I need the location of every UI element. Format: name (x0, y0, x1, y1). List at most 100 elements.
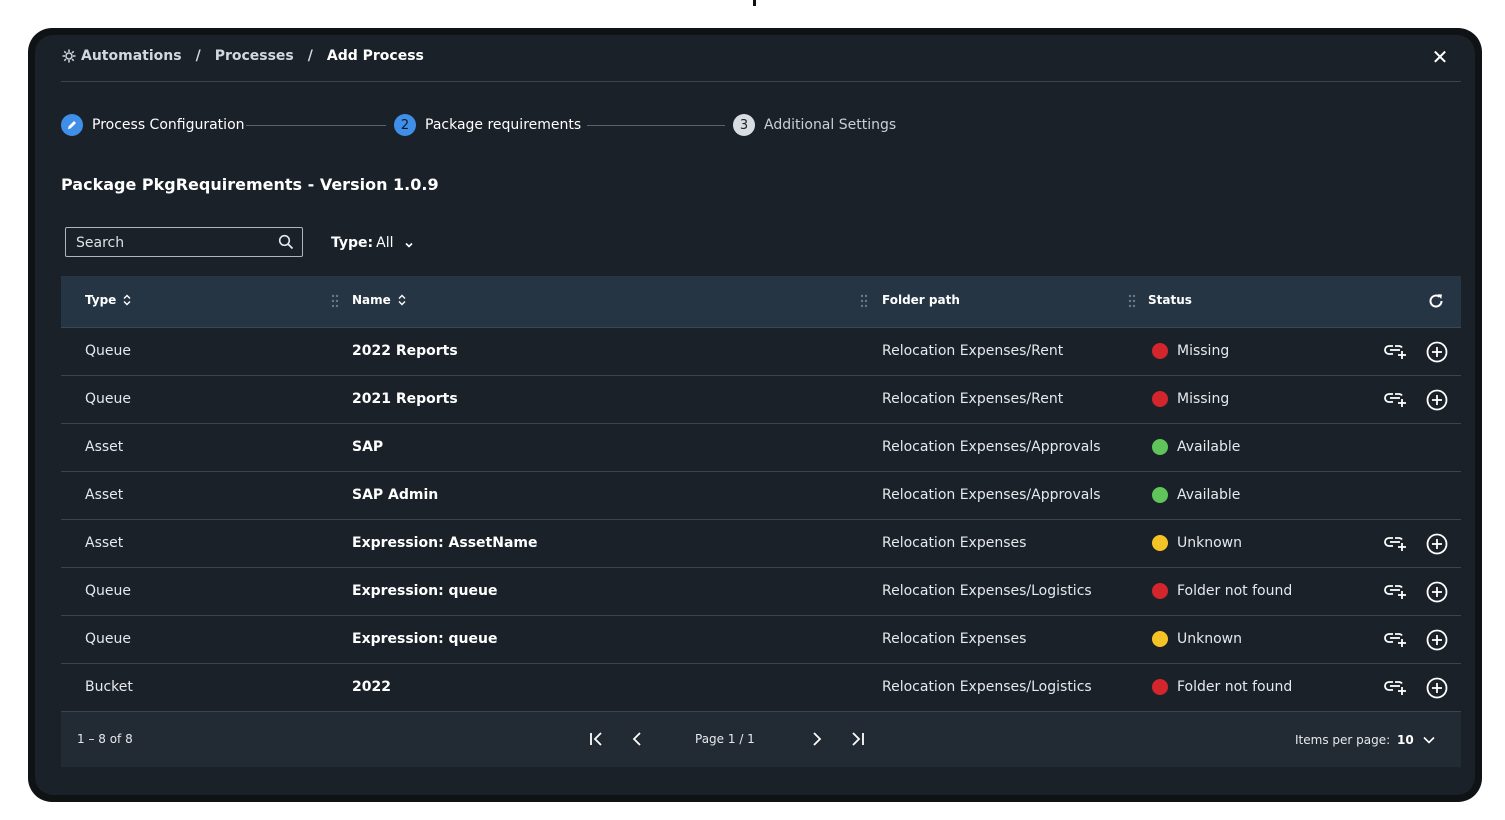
table-row[interactable]: Queue Expression: queue Relocation Expense… (61, 568, 1461, 616)
page-info: Page 1 / 1 (695, 732, 755, 746)
cell-folder-path: Relocation Expenses/Logistics (882, 679, 1092, 695)
pagination-range: 1 – 8 of 8 (77, 732, 133, 746)
status-dot (1152, 631, 1168, 647)
status-label: Available (1177, 487, 1241, 503)
column-header-status: Status (1148, 293, 1192, 307)
add-resource-icon[interactable] (1426, 677, 1448, 699)
link-resource-icon[interactable] (1384, 582, 1408, 600)
sort-icon (122, 294, 132, 306)
status-dot (1152, 535, 1168, 551)
cell-status: Available (1152, 439, 1240, 455)
status-dot (1152, 391, 1168, 407)
cell-status: Folder not found (1152, 679, 1292, 695)
add-resource-icon[interactable] (1426, 581, 1448, 603)
column-header-label: Folder path (882, 293, 960, 307)
breadcrumb-separator: / (307, 48, 313, 64)
first-page-icon[interactable] (587, 729, 607, 749)
step-number: 3 (733, 114, 755, 136)
link-resource-icon[interactable] (1384, 630, 1408, 648)
step-connector (246, 125, 386, 126)
chevron-down-icon (404, 238, 414, 248)
table-row[interactable]: Queue 2021 Reports Relocation Expenses/Ren… (61, 376, 1461, 424)
type-filter-value: All (376, 235, 394, 251)
status-label: Folder not found (1177, 679, 1293, 695)
cell-type: Asset (85, 535, 124, 551)
cell-type: Queue (85, 631, 131, 647)
breadcrumb-processes[interactable]: Processes (215, 48, 294, 64)
cell-folder-path: Relocation Expenses/Approvals (882, 487, 1101, 503)
step-process-configuration[interactable]: Process Configuration (61, 113, 245, 137)
table-body: Queue 2022 Reports Relocation Expenses/Ren… (61, 328, 1461, 712)
close-icon[interactable]: ✕ (1431, 47, 1449, 67)
column-resize-handle[interactable] (1128, 293, 1136, 309)
pagination-footer: 1 – 8 of 8 Page 1 / 1 Items per page: 10 (61, 712, 1461, 767)
table-row[interactable]: Queue 2022 Reports Relocation Expenses/Ren… (61, 328, 1461, 376)
window-notch (753, 0, 756, 6)
step-connector (587, 125, 725, 126)
column-header-name[interactable]: Name (352, 293, 407, 307)
type-filter-key: Type: (331, 235, 374, 251)
add-resource-icon[interactable] (1426, 389, 1448, 411)
cell-type: Asset (85, 487, 124, 503)
type-filter-dropdown[interactable]: Type: All (331, 235, 414, 251)
items-per-page-value[interactable]: 10 (1397, 733, 1414, 747)
column-header-folder-path: Folder path (882, 293, 960, 307)
add-resource-icon[interactable] (1426, 533, 1448, 555)
column-resize-handle[interactable] (860, 293, 868, 309)
table-row[interactable]: Asset SAP Admin Relocation Expenses/Approv… (61, 472, 1461, 520)
cell-name: 2022 Reports (352, 343, 458, 359)
requirements-table: Type Name Folder path Status Queue 2022 … (61, 276, 1461, 712)
next-page-icon[interactable] (807, 729, 827, 749)
cell-status: Missing (1152, 343, 1229, 359)
breadcrumb-automations[interactable]: Automations (81, 48, 182, 64)
cell-status: Unknown (1152, 535, 1242, 551)
add-resource-icon[interactable] (1426, 341, 1448, 363)
chevron-down-icon[interactable] (1422, 734, 1436, 746)
breadcrumb: Automations / Processes / Add Process (61, 48, 424, 64)
cell-status: Missing (1152, 391, 1229, 407)
link-resource-icon[interactable] (1384, 534, 1408, 552)
column-header-label: Type (85, 293, 117, 307)
cell-type: Queue (85, 391, 131, 407)
step-number: 2 (394, 114, 416, 136)
link-resource-icon[interactable] (1384, 390, 1408, 408)
status-dot (1152, 343, 1168, 359)
link-resource-icon[interactable] (1384, 678, 1408, 696)
cell-folder-path: Relocation Expenses (882, 535, 1027, 551)
step-label: Package requirements (425, 117, 582, 133)
last-page-icon[interactable] (847, 729, 867, 749)
search-input[interactable] (74, 228, 278, 258)
dialog-header: Automations / Processes / Add Process ✕ (61, 35, 1461, 82)
status-label: Folder not found (1177, 583, 1293, 599)
breadcrumb-separator: / (195, 48, 201, 64)
status-dot (1152, 679, 1168, 695)
automations-gear-icon (61, 48, 77, 64)
table-row[interactable]: Bucket 2022 Relocation Expenses/Logistics F… (61, 664, 1461, 712)
table-row[interactable]: Asset Expression: AssetName Relocation Exp… (61, 520, 1461, 568)
column-resize-handle[interactable] (331, 293, 339, 309)
previous-page-icon[interactable] (627, 729, 647, 749)
column-header-type[interactable]: Type (85, 293, 132, 307)
cell-folder-path: Relocation Expenses/Rent (882, 391, 1064, 407)
cell-status: Folder not found (1152, 583, 1292, 599)
status-dot (1152, 487, 1168, 503)
cell-folder-path: Relocation Expenses/Approvals (882, 439, 1101, 455)
add-process-dialog: Automations / Processes / Add Process ✕ … (35, 35, 1475, 795)
table-row[interactable]: Queue Expression: queue Relocation Expense… (61, 616, 1461, 664)
link-resource-icon[interactable] (1384, 342, 1408, 360)
status-label: Available (1177, 439, 1241, 455)
refresh-icon[interactable] (1427, 292, 1445, 310)
breadcrumb-add-process: Add Process (326, 48, 424, 64)
add-resource-icon[interactable] (1426, 629, 1448, 651)
cell-status: Unknown (1152, 631, 1242, 647)
status-dot (1152, 583, 1168, 599)
table-row[interactable]: Asset SAP Relocation Expenses/Approvals Ava… (61, 424, 1461, 472)
cell-type: Bucket (85, 679, 133, 695)
table-header: Type Name Folder path Status (61, 276, 1461, 328)
items-per-page-label: Items per page: (1295, 733, 1391, 747)
wizard-stepper: Process Configuration 2 Package requirem… (61, 113, 961, 139)
step-package-requirements[interactable]: 2 Package requirements (394, 113, 581, 137)
search-icon[interactable] (278, 234, 294, 250)
step-additional-settings[interactable]: 3 Additional Settings (733, 113, 896, 137)
column-header-label: Status (1148, 293, 1192, 307)
